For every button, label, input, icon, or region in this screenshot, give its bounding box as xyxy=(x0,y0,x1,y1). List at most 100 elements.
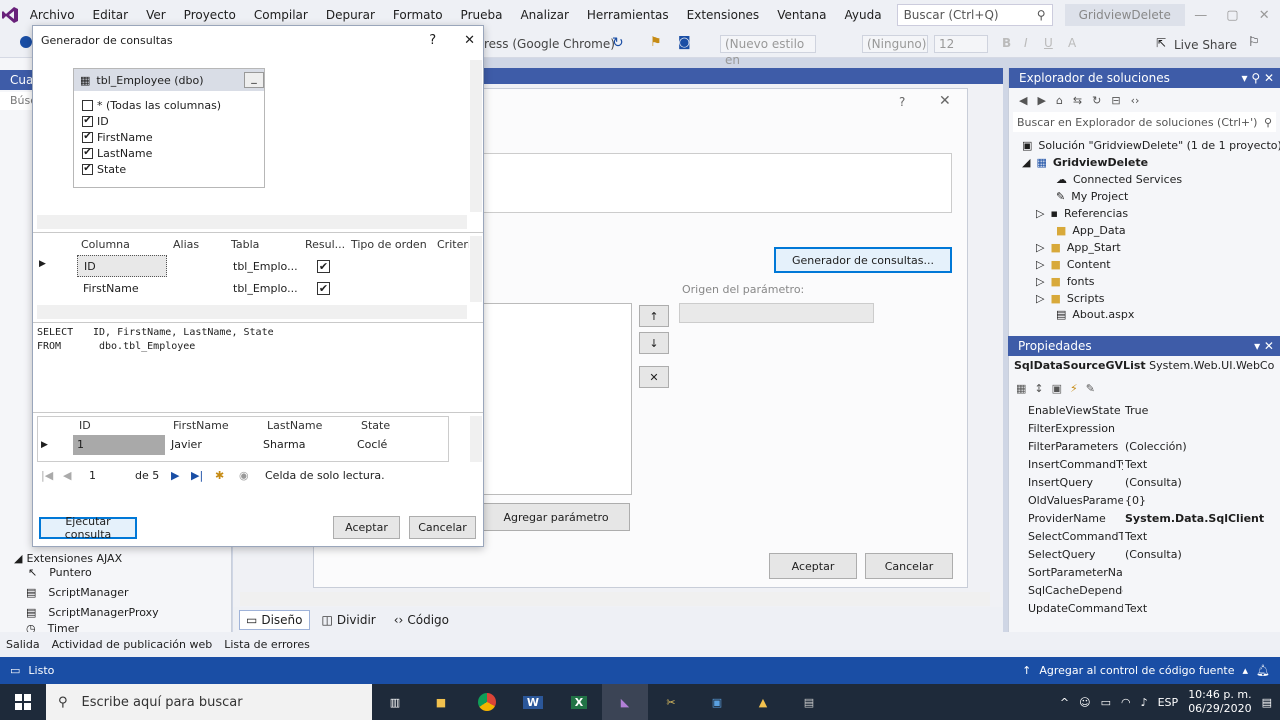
wifi-icon[interactable]: ◠ xyxy=(1121,696,1131,709)
property-pages-icon[interactable]: ✎ xyxy=(1086,382,1095,395)
bold-icon[interactable]: B xyxy=(1002,36,1011,50)
toolbox-item-scriptmanagerproxy[interactable]: ▤ ScriptManagerProxy xyxy=(26,606,159,619)
tree-item-about-aspx[interactable]: ▤ About.aspx xyxy=(1056,308,1134,321)
prop-value[interactable] xyxy=(1123,422,1268,440)
qb-cancel-button[interactable]: Cancelar xyxy=(409,516,476,539)
result-cell-id[interactable]: 1 xyxy=(73,435,165,455)
prop-row[interactable]: SortParameterName xyxy=(1010,566,1268,584)
result-cell-state[interactable]: Coclé xyxy=(357,438,387,451)
prop-row[interactable]: InsertQuery (Consulta) xyxy=(1010,476,1268,494)
sync-icon[interactable]: ⇆ xyxy=(1073,94,1082,107)
camera-icon[interactable]: ◙ xyxy=(678,35,691,50)
menu-herramientas[interactable]: Herramientas xyxy=(578,0,678,30)
live-share-icon[interactable]: ⇱ xyxy=(1156,36,1166,50)
prop-value[interactable] xyxy=(1123,566,1268,584)
panel-pin-icon[interactable]: ▾ ✕ xyxy=(1254,336,1274,356)
chevron-up-icon[interactable]: ▴ xyxy=(1243,664,1249,677)
output-checkbox-checked-icon[interactable]: ✔ xyxy=(317,282,330,295)
prop-value[interactable]: System.Data.SqlClient xyxy=(1123,512,1268,530)
prop-value[interactable]: Text xyxy=(1123,530,1268,548)
nav-first-icon[interactable]: |◀ xyxy=(41,469,53,482)
qb-accept-button[interactable]: Aceptar xyxy=(333,516,400,539)
tray-chevron-up-icon[interactable]: ^ xyxy=(1060,696,1069,709)
font-color-icon[interactable]: A xyxy=(1068,36,1076,50)
people-icon[interactable]: ☺ xyxy=(1079,696,1090,709)
remove-param-icon[interactable]: ✕ xyxy=(639,366,669,388)
style-combo[interactable]: (Nuevo estilo en xyxy=(720,35,816,67)
nav-prev-icon[interactable]: ◀ xyxy=(63,469,71,482)
column-checkbox-state[interactable]: ✔ State xyxy=(74,161,264,177)
prop-value[interactable]: {0} xyxy=(1123,494,1268,512)
menu-ventana[interactable]: Ventana xyxy=(768,0,835,30)
prop-row[interactable]: SqlCacheDependency xyxy=(1010,584,1268,602)
tree-item-app-start[interactable]: ▷ ■ App_Start xyxy=(1036,241,1121,254)
prop-row[interactable]: InsertCommandTypeText xyxy=(1010,458,1268,476)
tree-item-connected-services[interactable]: ☁ Connected Services xyxy=(1056,173,1182,186)
properties-object-selector[interactable]: SqlDataSourceGVList System.Web.UI.WebCon… xyxy=(1014,359,1274,372)
grid-hscroll[interactable] xyxy=(37,305,467,319)
prop-row[interactable]: SelectCommandTypeText xyxy=(1010,530,1268,548)
tree-item-fonts[interactable]: ▷ ■ fonts xyxy=(1036,275,1095,288)
designer-hscroll[interactable] xyxy=(240,592,990,606)
menu-ayuda[interactable]: Ayuda xyxy=(835,0,890,30)
word-icon[interactable]: W xyxy=(510,684,556,720)
column-checkbox-firstname[interactable]: ✔ FirstName xyxy=(74,129,264,145)
toolbox-item-timer[interactable]: ◷ Timer xyxy=(26,624,79,632)
forward-icon[interactable]: ▶ xyxy=(1037,94,1045,107)
sql-pane[interactable]: SELECT ID, FirstName, LastName, State FRO… xyxy=(37,326,274,354)
size-combo[interactable]: 12 xyxy=(934,35,988,53)
execute-query-button[interactable]: Ejecutar consulta xyxy=(39,515,137,541)
tab-publicacion-web[interactable]: Actividad de publicación web xyxy=(52,638,213,651)
tab-salida[interactable]: Salida xyxy=(6,638,40,651)
menu-extensiones[interactable]: Extensiones xyxy=(678,0,769,30)
file-explorer-icon[interactable]: ■ xyxy=(418,684,464,720)
windows-start-icon[interactable] xyxy=(0,684,46,720)
prop-value[interactable]: (Consulta) xyxy=(1123,548,1268,566)
media-app-icon[interactable]: ▤ xyxy=(786,684,832,720)
tab-codigo[interactable]: ‹› Código xyxy=(388,611,455,629)
add-parameter-button[interactable]: Agregar parámetro xyxy=(482,503,630,531)
tree-item-content[interactable]: ▷ ■ Content xyxy=(1036,258,1111,271)
grid-cell-tabla-2[interactable]: tbl_Emplo... xyxy=(233,282,298,295)
minimize-icon[interactable]: — xyxy=(1185,8,1217,23)
visual-studio-icon[interactable]: ◣ xyxy=(602,684,648,720)
excel-icon[interactable]: X xyxy=(556,684,602,720)
prop-row[interactable]: EnableViewState True xyxy=(1010,404,1268,422)
sql-statement-textbox[interactable] xyxy=(482,153,952,213)
toolbox-item-puntero[interactable]: ↖ Puntero xyxy=(28,566,92,579)
events-icon[interactable]: ⚡ xyxy=(1070,382,1078,395)
battery-icon[interactable]: ▭ xyxy=(1101,696,1111,709)
italic-icon[interactable]: I xyxy=(1024,36,1028,50)
menu-analizar[interactable]: Analizar xyxy=(511,0,577,30)
prop-row[interactable]: ProviderName System.Data.SqlClient xyxy=(1010,512,1268,530)
toolbox-section-ajax[interactable]: ◢ Extensiones AJAX xyxy=(14,552,122,565)
close-window-icon[interactable]: ✕ xyxy=(1248,8,1280,23)
query-builder-button[interactable]: Generador de consultas... xyxy=(774,247,952,273)
prop-value[interactable]: True xyxy=(1123,404,1268,422)
nav-next-icon[interactable]: ▶ xyxy=(171,469,179,482)
prop-value[interactable]: Text xyxy=(1123,458,1268,476)
table-minimize-icon[interactable]: _ xyxy=(244,72,264,88)
feedback-icon[interactable]: ⚐ xyxy=(1248,35,1260,50)
back-icon[interactable] xyxy=(20,36,32,48)
wizard-close-icon[interactable]: ✕ xyxy=(939,93,951,109)
tab-dividir[interactable]: ◫ Dividir xyxy=(316,611,382,629)
panel-pin-icon[interactable]: ▾ ⚲ ✕ xyxy=(1242,68,1275,88)
home-icon[interactable]: ⌂ xyxy=(1056,94,1063,107)
move-up-icon[interactable]: ↑ xyxy=(639,305,669,327)
result-cell-firstname[interactable]: Javier xyxy=(171,438,202,451)
nav-position-input[interactable]: 1 xyxy=(89,469,96,482)
results-vscroll[interactable] xyxy=(470,416,482,462)
qb-help-icon[interactable]: ? xyxy=(429,33,436,48)
tree-item-app-data[interactable]: ■ App_Data xyxy=(1056,224,1126,237)
qb-close-icon[interactable]: ✕ xyxy=(464,33,475,48)
tree-solution[interactable]: ▣ Solución "GridviewDelete" (1 de 1 proye… xyxy=(1022,139,1280,152)
collapse-all-icon[interactable]: ⊟ xyxy=(1111,94,1120,107)
prop-row[interactable]: SelectQuery (Consulta) xyxy=(1010,548,1268,566)
refresh-icon[interactable]: ↻ xyxy=(1092,94,1101,107)
network-app-icon[interactable]: ▣ xyxy=(694,684,740,720)
prop-value[interactable]: (Consulta) xyxy=(1123,476,1268,494)
prop-row[interactable]: FilterParameters (Colección) xyxy=(1010,440,1268,458)
source-control-button[interactable]: Agregar al control de código fuente xyxy=(1039,664,1234,677)
tree-item-scripts[interactable]: ▷ ■ Scripts xyxy=(1036,292,1105,305)
